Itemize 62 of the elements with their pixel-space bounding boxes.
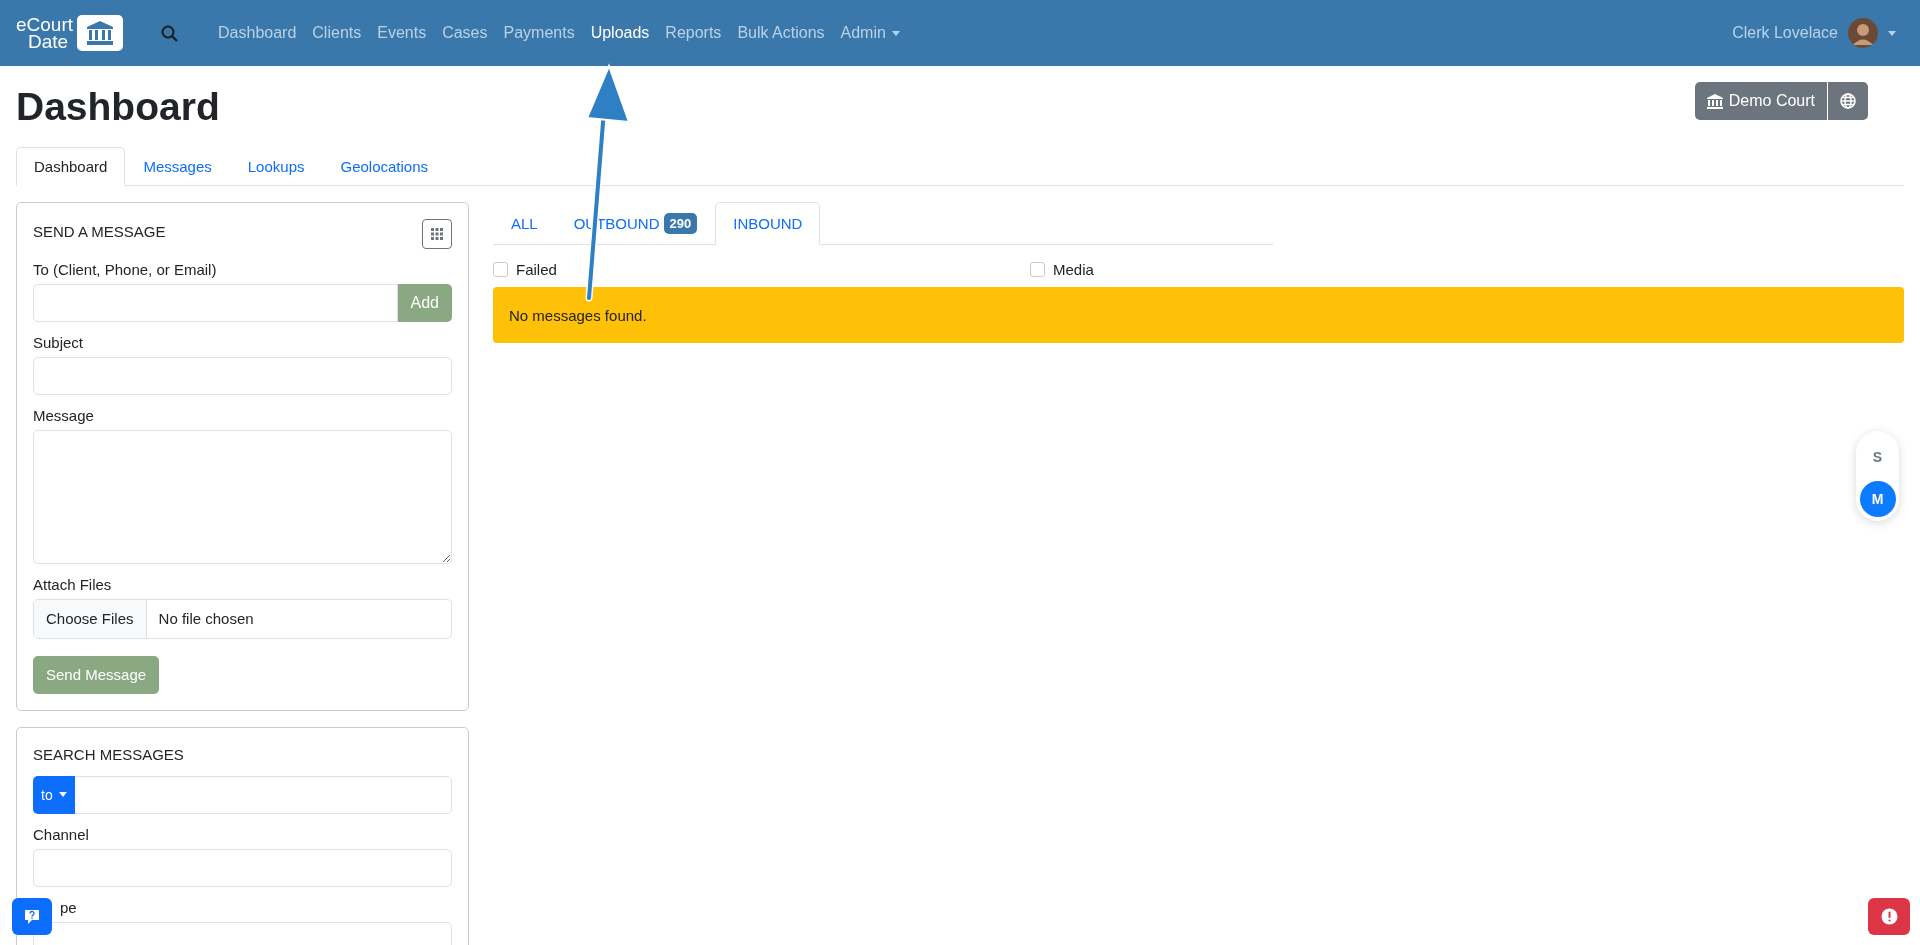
file-field[interactable]: Choose Files No file chosen (33, 598, 452, 639)
checkbox[interactable] (1030, 261, 1045, 277)
subject-field[interactable] (33, 356, 452, 395)
page-title: Dashboard (16, 84, 220, 129)
message-tab[interactable]: ALL (493, 201, 556, 245)
file-status: No file chosen (157, 609, 255, 630)
count-badge: 290 (663, 212, 698, 234)
nav-link[interactable]: Events (369, 16, 435, 50)
recipient-field[interactable] (33, 283, 398, 322)
checkbox-label[interactable]: Media (1053, 260, 1094, 278)
size-option[interactable]: M (1859, 481, 1896, 517)
field-label: Attach Files (33, 575, 113, 593)
error-button[interactable] (1868, 898, 1910, 935)
nav-link[interactable]: Clients (304, 16, 370, 50)
direction-dropdown[interactable]: to (33, 775, 75, 814)
search-field[interactable] (74, 775, 452, 814)
tab[interactable]: Messages (125, 146, 230, 186)
caret-icon (891, 30, 900, 36)
checkbox-label[interactable]: Failed (516, 260, 557, 278)
field-label: Message (33, 406, 95, 424)
tab[interactable]: Lookups (229, 146, 323, 186)
nav-link[interactable]: Uploads (582, 16, 658, 50)
help-button[interactable] (12, 898, 52, 935)
globe-icon (1840, 93, 1856, 109)
field-label: pe (59, 898, 78, 916)
checkbox[interactable] (493, 261, 508, 277)
field-label: To (Client, Phone, or Email) (33, 260, 218, 278)
empty-alert: No messages found. (493, 286, 1904, 343)
nav-link[interactable]: Reports (657, 16, 730, 50)
message-field[interactable] (33, 429, 452, 564)
message-tab[interactable]: INBOUND (715, 201, 821, 245)
size-option[interactable]: S (1859, 439, 1896, 475)
globe-button[interactable] (1827, 82, 1868, 120)
add-button[interactable]: Add (397, 283, 452, 322)
alert-icon (1880, 908, 1898, 925)
field-label: Subject (33, 333, 85, 351)
avatar-icon[interactable] (1848, 18, 1878, 48)
channel-field[interactable] (33, 848, 452, 887)
field-label: Channel (33, 825, 90, 843)
nav-link[interactable]: Bulk Actions (729, 16, 833, 50)
grid-icon (431, 227, 443, 240)
panel-title: SEARCH MESSAGES (33, 745, 184, 763)
brand-text[interactable]: Date (16, 33, 74, 50)
panel-title: SEND A MESSAGE (33, 222, 166, 240)
help-chat-icon (24, 908, 40, 925)
tab[interactable]: Geolocations (322, 146, 447, 186)
admin-menu[interactable]: Admin (832, 16, 908, 50)
nav-link[interactable]: Payments (495, 16, 583, 50)
tab[interactable]: Dashboard (16, 146, 126, 186)
nav-link[interactable]: Dashboard (210, 16, 305, 50)
courthouse-icon (1706, 93, 1723, 109)
caret-icon (58, 792, 67, 798)
user-name[interactable]: Clerk Lovelace (1732, 24, 1838, 42)
choose-files-button[interactable]: Choose Files (34, 599, 147, 638)
courthouse-logo-icon[interactable] (77, 15, 124, 51)
brand-text[interactable]: eCourt (16, 16, 74, 33)
search-icon[interactable] (161, 24, 179, 42)
keypad-button[interactable] (422, 218, 452, 249)
caret-icon[interactable] (1888, 30, 1896, 36)
nav-link[interactable]: Cases (434, 16, 496, 50)
court-button[interactable]: Demo Court (1694, 82, 1827, 120)
send-button[interactable]: Send Message (33, 655, 160, 694)
